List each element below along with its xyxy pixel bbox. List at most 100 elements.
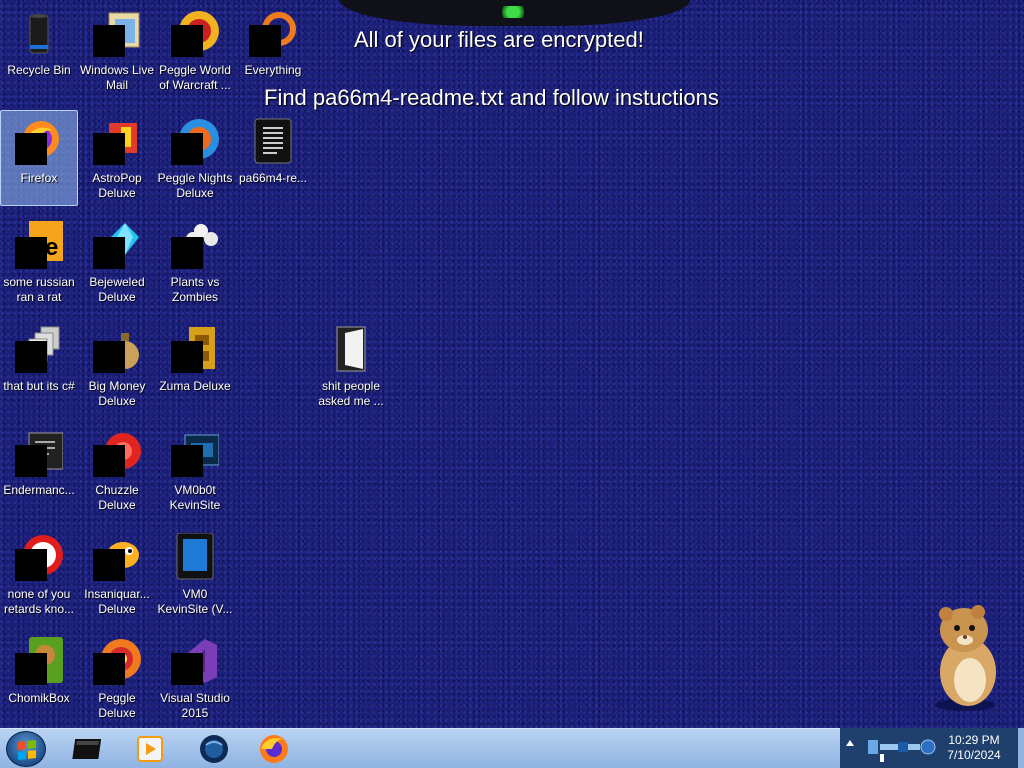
censor-block: [171, 653, 203, 685]
show-desktop-button[interactable]: [1018, 728, 1024, 768]
censor-block: [93, 549, 125, 581]
start-button[interactable]: [6, 731, 46, 767]
vm-window-icon: [171, 429, 220, 477]
desktop-icon-everything[interactable]: Everything: [234, 2, 312, 98]
icon-label: Big Money Deluxe: [88, 379, 146, 408]
desktop-icon-astropop[interactable]: AstroPop Deluxe: [78, 110, 156, 206]
icon-label: Recycle Bin: [7, 63, 71, 77]
green-led-icon: [499, 6, 527, 18]
censor-block: [15, 133, 47, 165]
icon-label: Peggle Deluxe: [98, 691, 136, 720]
icon-label: some russian ran a rat: [3, 275, 75, 304]
desktop-icon-vm0b0t-kevinsite[interactable]: VM0b0t KevinSite: [156, 422, 234, 518]
taskbar-firefox-button[interactable]: [254, 733, 294, 765]
taskbar-globe-button[interactable]: [194, 733, 234, 765]
censor-block: [93, 25, 125, 57]
icon-label: VM0b0t KevinSite: [169, 483, 221, 512]
windows-flag-icon: [18, 740, 36, 760]
desktop-icon-that-but-its-csharp[interactable]: that but its c#: [0, 318, 78, 414]
svg-text:e: e: [45, 234, 58, 261]
icon-label: Bejeweled Deluxe: [89, 275, 145, 304]
icon-label: AstroPop Deluxe: [92, 171, 142, 200]
censor-block: [93, 341, 125, 373]
censor-block: [93, 445, 125, 477]
desktop-icon-insaniquarium[interactable]: Insaniquar... Deluxe: [78, 526, 156, 622]
clock-time: 10:29 PM: [948, 733, 1000, 747]
firefox-icon: [15, 117, 63, 165]
desktop-icon-zuma[interactable]: Zuma Deluxe: [156, 318, 234, 414]
gem-icon: [93, 221, 141, 269]
money-bag-icon: [93, 325, 141, 373]
visual-studio-icon: [171, 637, 219, 685]
taskbar-terminal-button[interactable]: [70, 733, 110, 765]
censor-block: [171, 341, 203, 373]
censor-block: [249, 25, 281, 57]
censor-block: [15, 341, 47, 373]
desktop-icon-big-money[interactable]: Big Money Deluxe: [78, 318, 156, 414]
taskbar-media-player-button[interactable]: [130, 733, 170, 765]
censor-block: [15, 653, 47, 685]
desktop-icon-plants-vs-zombies[interactable]: Plants vs Zombies: [156, 214, 234, 310]
censor-block: [15, 549, 47, 581]
desktop-icon-vm0-kevinsite[interactable]: VM0 KevinSite (V...: [156, 526, 234, 622]
flower-icon: [171, 221, 219, 269]
censor-block: [93, 133, 125, 165]
clock-date: 7/10/2024: [947, 748, 1001, 762]
desktop-icon-none-of-you[interactable]: none of you retards kno...: [0, 526, 78, 622]
icon-label: Everything: [244, 63, 302, 77]
desktop-icon-firefox[interactable]: Firefox: [0, 110, 78, 206]
chuzzle-icon: [93, 429, 141, 477]
folder-icon: [327, 325, 375, 373]
desktop-icon-visual-studio[interactable]: Visual Studio 2015: [156, 630, 234, 726]
icon-label: Endermanc...: [3, 483, 75, 497]
peggle-icon: [171, 117, 219, 165]
search-magnifier-icon: [249, 9, 297, 57]
icon-label: Visual Studio 2015: [160, 691, 230, 720]
firefox-icon: [260, 735, 288, 763]
icon-label: VM0 KevinSite (V...: [157, 587, 233, 616]
ransom-message-title: All of your files are encrypted!: [354, 27, 644, 52]
desktop-icon-some-russian-ran-a-rat[interactable]: e some russian ran a rat: [0, 214, 78, 310]
astropop-icon: [93, 117, 141, 165]
show-hidden-icons-arrow-icon[interactable]: [846, 740, 854, 746]
desktop-icon-bejeweled[interactable]: Bejeweled Deluxe: [78, 214, 156, 310]
icon-label: Plants vs Zombies: [170, 275, 220, 304]
peggle-icon: [93, 637, 141, 685]
desktop-icon-readme[interactable]: pa66m4-re...: [234, 110, 312, 206]
icon-label: Windows Live Mail: [79, 63, 155, 92]
rat-program-icon: e: [15, 221, 63, 269]
icon-label: that but its c#: [3, 379, 75, 393]
fish-icon: [93, 533, 141, 581]
icon-label: ChomikBox: [8, 691, 70, 705]
tray-status-icons[interactable]: [866, 734, 940, 764]
shortcut-stack-icon: [15, 325, 63, 373]
desktop-icon-peggle-deluxe[interactable]: Peggle Deluxe: [78, 630, 156, 726]
icon-label: Peggle World of Warcraft ...: [159, 63, 231, 92]
text-file-icon: [249, 117, 297, 165]
icon-label: Firefox: [20, 171, 58, 185]
censor-block: [171, 133, 203, 165]
desktop-icon-chuzzle[interactable]: Chuzzle Deluxe: [78, 422, 156, 518]
desktop-icon-chomikbox[interactable]: ChomikBox: [0, 630, 78, 726]
censor-block: [93, 237, 125, 269]
censor-block: [93, 653, 125, 685]
desktop-icon-windows-live-mail[interactable]: Windows Live Mail: [78, 2, 156, 98]
zuma-idol-icon: [171, 325, 219, 373]
media-player-icon: [137, 736, 163, 762]
top-notch-decoration: [340, 0, 690, 26]
taskbar-clock[interactable]: 10:29 PM 7/10/2024: [940, 733, 1008, 763]
desktop-icon-shit-people-asked-me[interactable]: shit people asked me ...: [312, 318, 390, 414]
desktop-icon-recycle-bin[interactable]: Recycle Bin: [0, 2, 78, 98]
hamster-desktop-pet[interactable]: [920, 600, 1010, 712]
censor-block: [15, 445, 47, 477]
desktop-icon-peggle-world-of-warcraft[interactable]: Peggle World of Warcraft ...: [156, 2, 234, 98]
icon-label: shit people asked me ...: [318, 379, 384, 408]
desktop-icon-peggle-nights[interactable]: Peggle Nights Deluxe: [156, 110, 234, 206]
peggle-icon: [171, 9, 219, 57]
mail-icon: [93, 9, 141, 57]
censor-block: [171, 237, 203, 269]
icon-label: Zuma Deluxe: [159, 379, 231, 393]
red-circle-icon: [15, 533, 63, 581]
desktop-icon-endermanch[interactable]: Endermanc...: [0, 422, 78, 518]
tablet-icon: [171, 532, 219, 581]
